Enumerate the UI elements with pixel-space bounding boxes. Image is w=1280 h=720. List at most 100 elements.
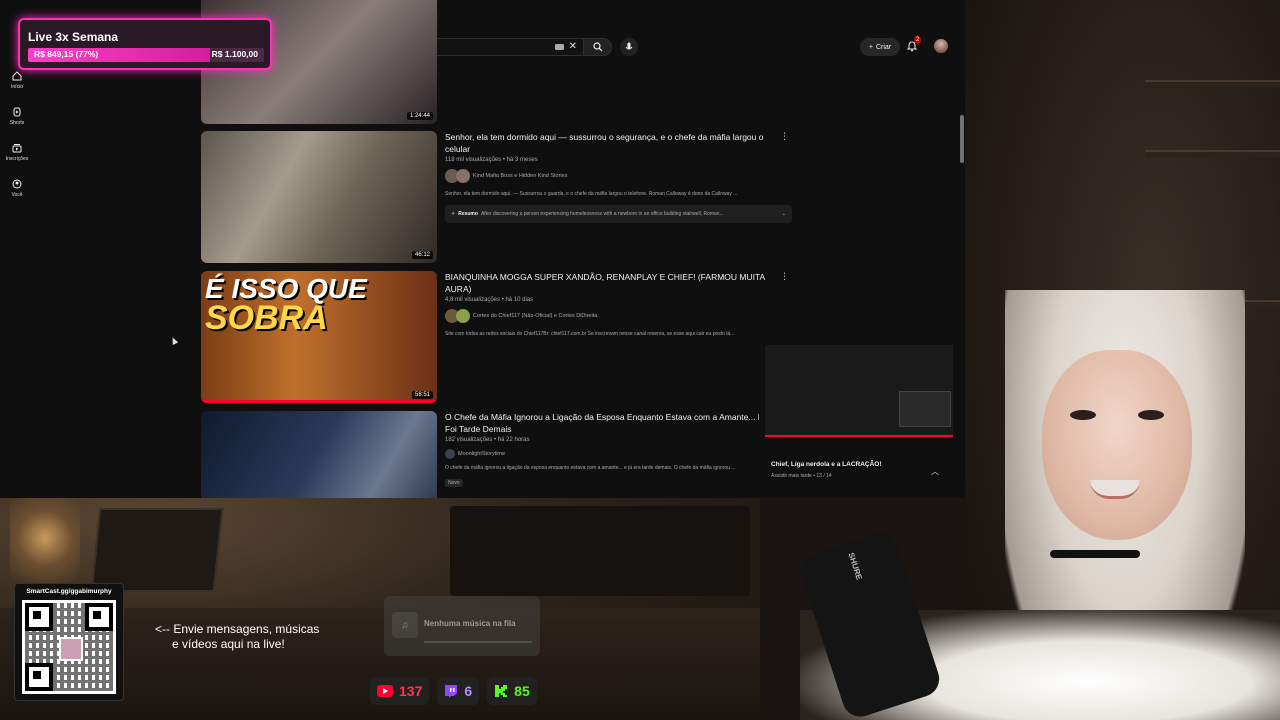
- eye: [1138, 410, 1164, 420]
- send-message-callout: <-- Envie mensagens, músicas e vídeos aq…: [155, 622, 319, 652]
- channel-name[interactable]: MoonlightStorytime: [458, 451, 505, 457]
- create-button[interactable]: + Criar: [860, 38, 900, 56]
- qr-finder: [25, 603, 53, 631]
- video-meta: O Chefe da Máfia Ignorou a Ligação da Es…: [445, 411, 785, 489]
- search-icon: [592, 42, 602, 52]
- viewer-count: 6: [464, 683, 473, 699]
- music-queue-widget: ♫ Nenhuma música na fila: [384, 596, 540, 656]
- callout-line: <-- Envie mensagens, músicas: [155, 622, 320, 636]
- music-progress-bar: [424, 641, 532, 643]
- guide-item-you[interactable]: Você: [0, 170, 34, 206]
- clear-icon[interactable]: ✕: [569, 42, 577, 52]
- video-duration: 1:24:44: [406, 112, 433, 120]
- video-meta: Senhor, ela tem dormido aqui — sussurrou…: [445, 131, 792, 223]
- channel-name[interactable]: Kind Mafia Boss e Hidden Kind Stories: [473, 173, 567, 179]
- music-queue-status: Nenhuma música na fila: [424, 619, 516, 628]
- qr-logo: [59, 637, 83, 661]
- thumbnail-text: SOBRA: [205, 299, 328, 337]
- viewer-counter-kick: 85: [487, 677, 537, 705]
- mic-brand-logo: SHURE: [846, 551, 864, 581]
- video-thumbnail[interactable]: 46:12: [201, 131, 437, 263]
- guide-sidebar: Início Shorts Inscrições Você: [0, 62, 34, 206]
- mouse-cursor-icon: [169, 336, 179, 345]
- video-stats: 118 mil visualizações • há 3 meses: [445, 157, 538, 163]
- scrollbar[interactable]: [960, 115, 964, 163]
- video-thumbnail[interactable]: [201, 411, 437, 498]
- channel-avatar[interactable]: [445, 449, 455, 459]
- stream-goal-widget: Live 3x Semana R$ 849,15 (77%) R$ 1.100,…: [18, 18, 272, 70]
- chevron-down-icon[interactable]: ⌄: [782, 211, 786, 217]
- channel-name[interactable]: Cortes do Chief117 (Não-Oficial) e Corte…: [473, 313, 597, 319]
- youtube-icon: [377, 685, 393, 697]
- video-channel[interactable]: Kind Mafia Boss e Hidden Kind Stories: [445, 169, 785, 183]
- shorts-icon: [13, 107, 21, 116]
- summary-label: Resumo: [458, 211, 478, 217]
- keyboard-icon[interactable]: [554, 44, 564, 50]
- qr-url: SmartCast.gg/ggabimurphy: [26, 588, 112, 595]
- watch-progress: [201, 400, 437, 403]
- video-title[interactable]: O Chefe da Máfia Ignorou a Ligação da Es…: [445, 411, 785, 435]
- eye: [1070, 410, 1096, 420]
- video-channel[interactable]: Cortes do Chief117 (Não-Oficial) e Corte…: [445, 309, 785, 323]
- video-channel[interactable]: MoonlightStorytime: [445, 449, 785, 459]
- subscriptions-icon: [12, 143, 22, 152]
- music-note-icon: ♫: [392, 612, 418, 638]
- video-thumbnail[interactable]: É ISSO QUE SOBRA 58:51: [201, 271, 437, 403]
- video-meta: BIANQUINHA MOGGA SUPER XANDÃO, RENANPLAY…: [445, 271, 785, 337]
- viewer-count: 137: [399, 683, 423, 699]
- video-title[interactable]: Senhor, ela tem dormido aqui — sussurrou…: [445, 131, 785, 155]
- search-button[interactable]: [584, 38, 612, 56]
- viewer-counter-twitch: 6: [437, 677, 480, 705]
- video-description: Senhor, ela tem dormido aqui. — Sussurro…: [445, 191, 738, 197]
- you-icon: [12, 179, 22, 188]
- goal-current-amount: R$ 849,15 (77%): [34, 49, 99, 59]
- sparkle-icon: ✦: [451, 211, 456, 217]
- guide-item-subscriptions[interactable]: Inscrições: [0, 134, 34, 170]
- goal-title: Live 3x Semana: [28, 30, 119, 44]
- summary-panel[interactable]: ✦ Resumo After discovering a person expe…: [445, 205, 792, 223]
- qr-code: [22, 600, 116, 694]
- mouth: [1090, 480, 1140, 499]
- summary-text: After discovering a person experiencing …: [480, 211, 724, 217]
- channel-avatar[interactable]: [456, 169, 470, 183]
- qr-code-widget: SmartCast.gg/ggabimurphy: [14, 583, 124, 701]
- qr-finder: [85, 603, 113, 631]
- guide-label: Início: [11, 83, 23, 90]
- voice-search-button[interactable]: [620, 38, 638, 56]
- bookshelf: [1145, 150, 1280, 158]
- viewer-counter-youtube: 137: [370, 677, 430, 705]
- video-title[interactable]: BIANQUINHA MOGGA SUPER XANDÃO, RENANPLAY…: [445, 271, 785, 295]
- guide-item-shorts[interactable]: Shorts: [0, 98, 34, 134]
- goal-progress-bar: R$ 849,15 (77%) R$ 1.100,00: [28, 48, 264, 62]
- guide-label: Você: [11, 191, 23, 198]
- choker: [1050, 550, 1140, 558]
- more-options-icon[interactable]: ⋮: [780, 131, 789, 142]
- new-badge: Novo: [445, 479, 463, 487]
- laptop: [90, 508, 224, 592]
- notifications-button[interactable]: 2: [906, 36, 922, 55]
- video-stats: 4,8 mil visualizações • há 10 dias: [445, 297, 534, 303]
- qr-finder: [25, 663, 53, 691]
- channel-avatar[interactable]: [456, 309, 470, 323]
- webcam-feed: SHURE: [760, 280, 1280, 720]
- video-description: Site com todas as redes sociais do Chief…: [445, 331, 735, 337]
- plus-icon: +: [868, 43, 873, 51]
- callout-line: e vídeos aqui na live!: [172, 637, 285, 651]
- video-description: O chefe da máfia ignorou a ligação da es…: [445, 465, 736, 471]
- video-duration: 46:12: [411, 251, 433, 259]
- goal-target-amount: R$ 1.100,00: [211, 49, 258, 59]
- notification-badge: 2: [914, 36, 922, 44]
- video-duration: 58:51: [411, 391, 433, 399]
- home-icon: [12, 70, 22, 80]
- video-stats: 182 visualizações • há 22 horas: [445, 437, 530, 443]
- create-label: Criar: [875, 43, 892, 51]
- kick-icon: [495, 685, 508, 697]
- account-avatar[interactable]: [934, 39, 948, 53]
- guide-label: Shorts: [9, 119, 25, 126]
- viewer-count: 85: [514, 683, 530, 699]
- guide-label: Inscrições: [5, 155, 29, 162]
- monitor: [450, 506, 750, 596]
- bookshelf: [1145, 80, 1280, 88]
- viewer-counters: 137 6 85: [370, 677, 537, 705]
- microphone-icon: [625, 42, 633, 50]
